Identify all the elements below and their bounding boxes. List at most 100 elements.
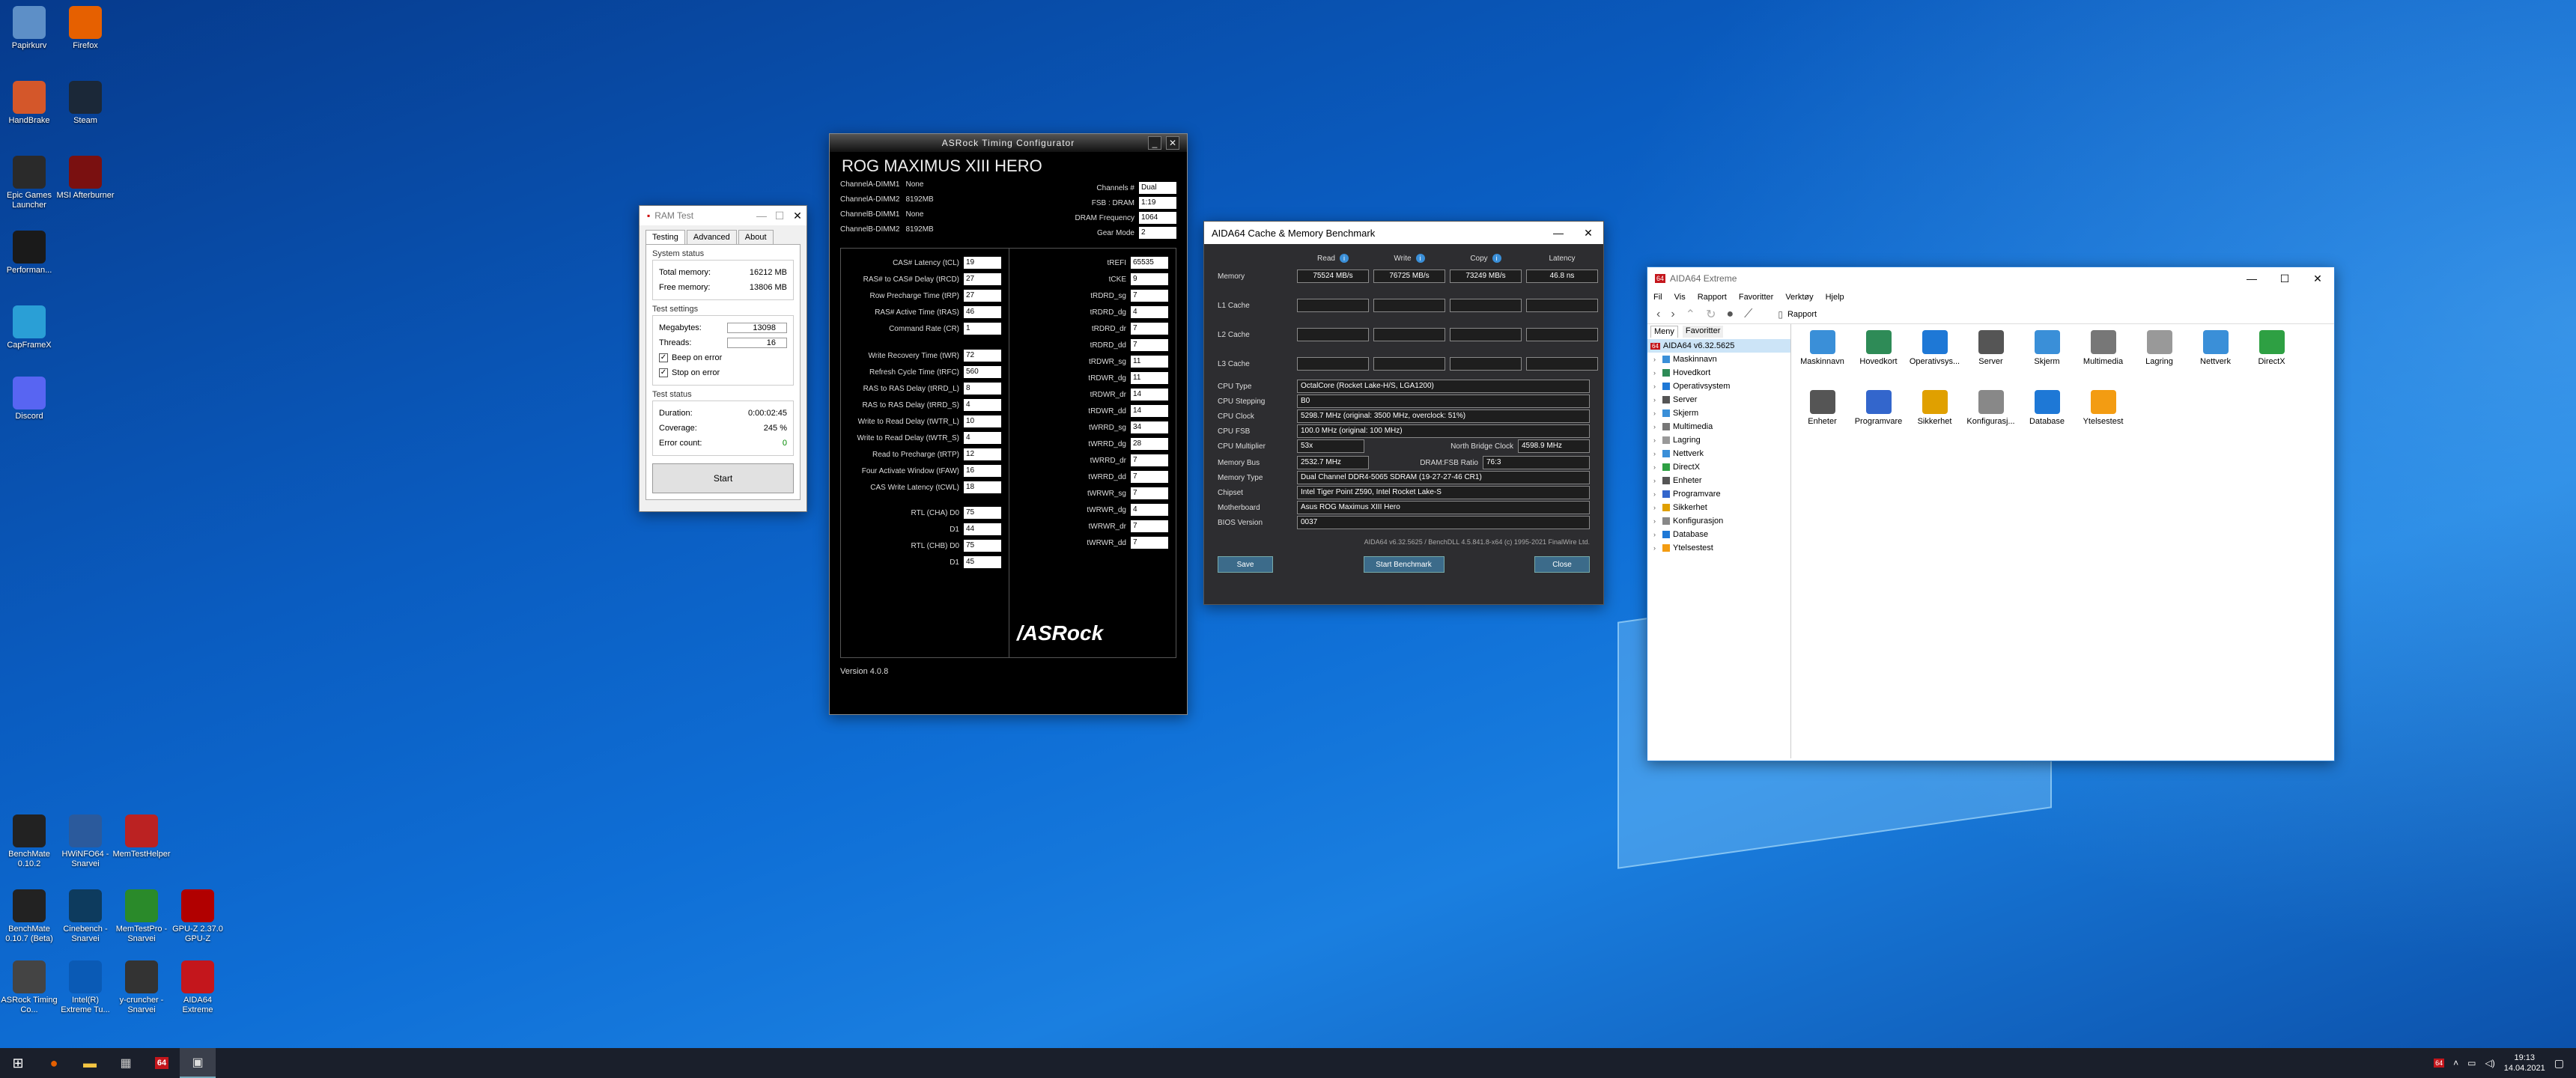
desktop-icon[interactable]: AIDA64 Extreme — [168, 960, 227, 1015]
desktop-icon[interactable]: HandBrake — [0, 81, 58, 126]
category-item[interactable]: Sikkerhet — [1907, 390, 1963, 450]
tree-item[interactable]: › Enheter — [1647, 474, 1790, 487]
desktop-icon[interactable]: Intel(R) Extreme Tu... — [56, 960, 115, 1015]
start-benchmark-button[interactable]: Start Benchmark — [1363, 556, 1445, 573]
tab-testing[interactable]: Testing — [645, 230, 685, 244]
desktop-icon[interactable]: Cinebench - Snarvei — [56, 889, 115, 944]
timing-value-field[interactable]: Dual — [1139, 182, 1176, 194]
benchmark-titlebar[interactable]: AIDA64 Cache & Memory Benchmark — ✕ — [1204, 222, 1603, 244]
timing-value-field[interactable]: 34 — [1131, 421, 1168, 433]
close-button[interactable]: ✕ — [789, 206, 806, 225]
timing-value-field[interactable]: 7 — [1131, 537, 1168, 549]
timing-value-field[interactable]: 7 — [1131, 520, 1168, 532]
desktop-icon[interactable]: HWiNFO64 - Snarvei — [56, 814, 115, 869]
minimize-button[interactable]: _ — [1148, 136, 1161, 150]
tree-item[interactable]: › Konfigurasjon — [1647, 514, 1790, 528]
menu-item[interactable]: Verktøy — [1785, 293, 1813, 302]
clock-date[interactable]: 14.04.2021 — [2504, 1063, 2545, 1074]
timing-value-field[interactable]: 19 — [964, 257, 1001, 269]
timing-value-field[interactable]: 9 — [1131, 273, 1168, 285]
save-button[interactable]: Save — [1218, 556, 1273, 573]
timing-value-field[interactable]: 11 — [1131, 356, 1168, 368]
tab-about[interactable]: About — [738, 230, 774, 244]
timing-value-field[interactable]: 11 — [1131, 372, 1168, 384]
tree-item[interactable]: › Programvare — [1647, 487, 1790, 501]
stop-checkbox[interactable]: ✓ — [659, 368, 668, 377]
ramtest-titlebar[interactable]: ▪ RAM Test — ☐ ✕ — [640, 206, 806, 225]
maximize-button[interactable]: ☐ — [2268, 267, 2301, 290]
timing-value-field[interactable]: 46 — [964, 306, 1001, 318]
desktop-icon[interactable]: CapFrameX — [0, 305, 58, 350]
beep-checkbox[interactable]: ✓ — [659, 353, 668, 362]
timing-value-field[interactable]: 75 — [964, 507, 1001, 519]
timing-value-field[interactable]: 4 — [1131, 504, 1168, 516]
desktop-icon[interactable]: GPU-Z 2.37.0 GPU-Z — [168, 889, 227, 944]
taskbar-firefox-icon[interactable]: ● — [36, 1056, 72, 1071]
tree-item[interactable]: › Skjerm — [1647, 406, 1790, 420]
timing-value-field[interactable]: 4 — [964, 399, 1001, 411]
user-icon[interactable]: ● — [1726, 308, 1734, 321]
timing-value-field[interactable]: 7 — [1131, 487, 1168, 499]
timing-value-field[interactable]: 8 — [964, 383, 1001, 395]
timing-value-field[interactable]: 14 — [1131, 405, 1168, 417]
desktop-icon[interactable]: BenchMate 0.10.7 (Beta) — [0, 889, 58, 944]
menu-item[interactable]: Rapport — [1698, 293, 1727, 302]
taskbar-ramtest-icon[interactable]: ▦ — [108, 1056, 144, 1071]
category-item[interactable]: Konfigurasj... — [1963, 390, 2019, 450]
close-button[interactable]: ✕ — [1573, 222, 1603, 244]
clock-time[interactable]: 19:13 — [2504, 1053, 2545, 1063]
category-item[interactable]: Maskinnavn — [1794, 330, 1850, 390]
threads-input[interactable]: 16 — [727, 338, 787, 348]
tree-item[interactable]: › Server — [1647, 393, 1790, 406]
menu-item[interactable]: Fil — [1653, 293, 1662, 302]
timing-value-field[interactable]: 1064 — [1139, 212, 1176, 224]
tree-item[interactable]: › Hovedkort — [1647, 366, 1790, 380]
aida-titlebar[interactable]: 64 AIDA64 Extreme — ☐ ✕ — [1647, 267, 2334, 290]
timing-value-field[interactable]: 4 — [964, 432, 1001, 444]
expand-icon[interactable]: › — [1653, 356, 1659, 363]
megabytes-input[interactable]: 13098 — [727, 323, 787, 333]
category-item[interactable]: Lagring — [2131, 330, 2187, 390]
tree-item[interactable]: › Multimedia — [1647, 420, 1790, 433]
desktop-icon[interactable]: BenchMate 0.10.2 — [0, 814, 58, 869]
tab-advanced[interactable]: Advanced — [686, 230, 737, 244]
category-item[interactable]: Operativsys... — [1907, 330, 1963, 390]
category-item[interactable]: Skjerm — [2019, 330, 2075, 390]
desktop-icon[interactable]: Steam — [56, 81, 115, 126]
desktop-icon[interactable]: MSI Afterburner — [56, 156, 115, 201]
expand-icon[interactable]: › — [1653, 504, 1659, 511]
tab-favorites[interactable]: Favoritter — [1682, 326, 1724, 338]
tray-network-icon[interactable]: ▭ — [2467, 1058, 2476, 1068]
minimize-button[interactable]: — — [1543, 222, 1573, 244]
maximize-button[interactable]: ☐ — [771, 206, 789, 225]
tree-item[interactable]: › Database — [1647, 528, 1790, 541]
expand-icon[interactable]: › — [1653, 531, 1659, 538]
desktop-icon[interactable]: ASRock Timing Co... — [0, 960, 58, 1015]
tree-root[interactable]: AIDA64 v6.32.5625 — [1663, 341, 1734, 350]
tray-aida-icon[interactable]: 64 — [2434, 1059, 2445, 1068]
timing-value-field[interactable]: 12 — [964, 448, 1001, 460]
timing-value-field[interactable]: 1:19 — [1139, 197, 1176, 209]
desktop-icon[interactable]: Epic Games Launcher — [0, 156, 58, 210]
expand-icon[interactable]: › — [1653, 409, 1659, 417]
forward-icon[interactable]: › — [1671, 308, 1674, 321]
close-button[interactable]: ✕ — [2301, 267, 2334, 290]
timing-value-field[interactable]: 75 — [964, 540, 1001, 552]
expand-icon[interactable]: › — [1653, 517, 1659, 525]
timing-value-field[interactable]: 7 — [1131, 339, 1168, 351]
tree-item[interactable]: › Operativsystem — [1647, 380, 1790, 393]
desktop-icon[interactable]: Firefox — [56, 6, 115, 51]
expand-icon[interactable]: › — [1653, 463, 1659, 471]
info-icon[interactable]: i — [1339, 254, 1349, 263]
category-item[interactable]: Ytelsestest — [2075, 390, 2131, 450]
desktop-icon[interactable]: Performan... — [0, 231, 58, 275]
timing-value-field[interactable]: 7 — [1131, 471, 1168, 483]
close-button[interactable]: ✕ — [1166, 136, 1179, 150]
desktop-icon[interactable]: MemTestPro - Snarvei — [112, 889, 171, 944]
close-benchmark-button[interactable]: Close — [1534, 556, 1590, 573]
category-item[interactable]: Nettverk — [2187, 330, 2244, 390]
expand-icon[interactable]: › — [1653, 369, 1659, 377]
tree-item[interactable]: › Nettverk — [1647, 447, 1790, 460]
info-icon[interactable]: i — [1492, 254, 1501, 263]
taskbar-asrock-icon[interactable]: ▣ — [180, 1048, 216, 1078]
